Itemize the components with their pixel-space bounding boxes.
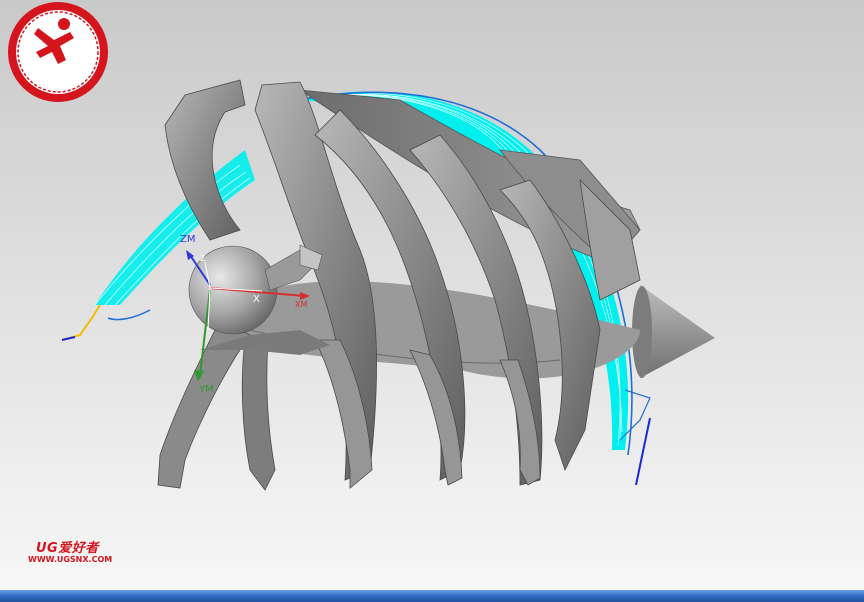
- status-bar: [0, 590, 864, 602]
- person-head-icon: [58, 18, 70, 30]
- logo-url-text: WWW.UGSNX.COM: [28, 555, 113, 564]
- xm-axis-label: XM: [295, 300, 308, 309]
- x-axis-label: X: [253, 294, 260, 305]
- model-canvas[interactable]: [0, 0, 864, 590]
- ugsnx-logo: [8, 2, 108, 102]
- cone-tip: [632, 285, 715, 378]
- zm-axis-label: ZM: [180, 234, 196, 245]
- ym-axis-label: YM: [199, 384, 214, 395]
- graphics-viewport[interactable]: ZM X XM YM Z UG爱好者 WWW.UGSNX.COM: [0, 0, 864, 590]
- z-axis-label: Z: [200, 254, 206, 263]
- logo-brand-text: UG爱好者: [36, 541, 99, 556]
